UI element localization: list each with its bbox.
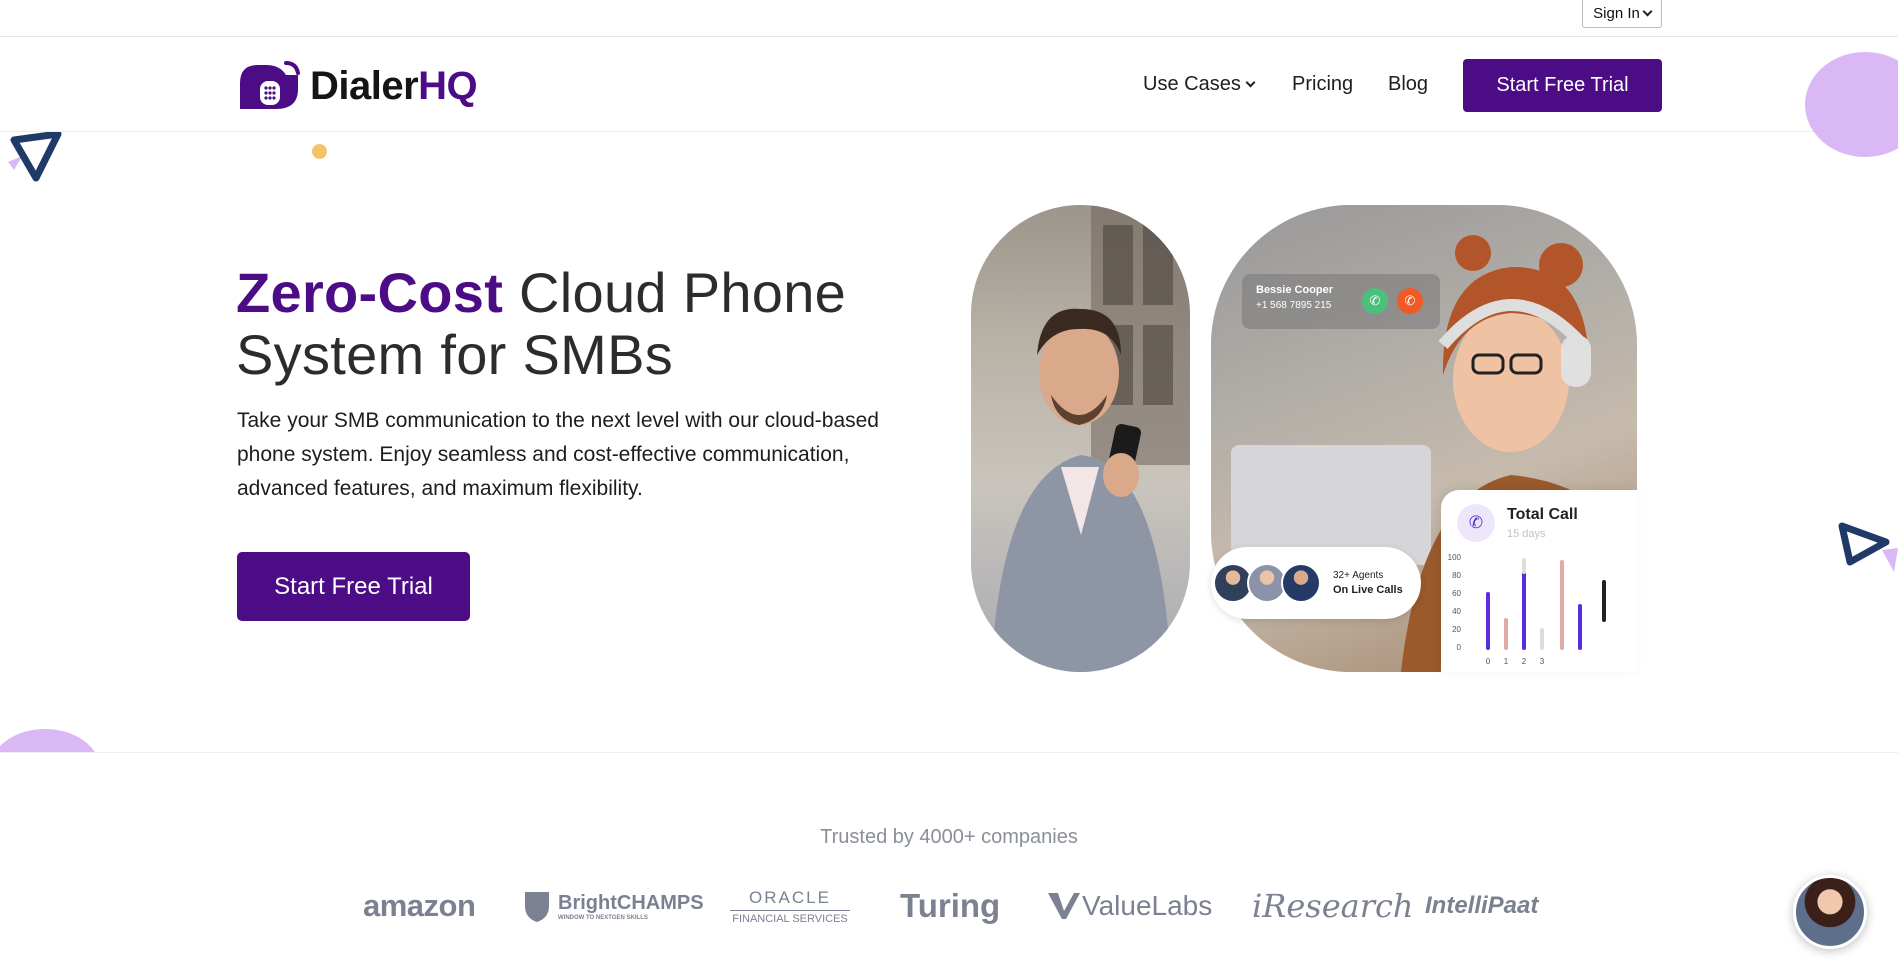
- triangle-decoration-icon: [1838, 522, 1898, 572]
- oracle-text: ORACLE: [749, 887, 831, 907]
- valuelabs-logo: ValueLabs: [1048, 881, 1212, 931]
- dialerhq-logo[interactable]: DialerHQ: [236, 59, 478, 113]
- phone-icon: ✆: [1457, 504, 1495, 542]
- total-call-title: Total Call: [1507, 506, 1578, 523]
- y-tick-label: 100: [1448, 553, 1462, 562]
- dot-decoration: [312, 144, 327, 159]
- page: Sign In DialerHQ Use Cases Pricing Blog …: [0, 0, 1898, 976]
- sign-in-dropdown[interactable]: Sign In: [1582, 0, 1662, 28]
- nav-blog: Blog: [1388, 37, 1428, 132]
- nav-item-blog[interactable]: Blog: [1388, 73, 1428, 96]
- phone-decline-icon: ✆: [1397, 288, 1423, 314]
- chat-support-avatar[interactable]: [1793, 875, 1867, 949]
- avatar: [1281, 563, 1321, 603]
- y-tick-label: 40: [1452, 607, 1461, 616]
- incoming-call-card: Bessie Cooper +1 568 7895 215 ✆ ✆: [1242, 274, 1440, 329]
- valuelabs-text: ValueLabs: [1082, 890, 1213, 921]
- nav-use-cases: Use Cases: [1143, 37, 1256, 132]
- header-start-free-trial-button[interactable]: Start Free Trial: [1463, 59, 1662, 112]
- nav-pricing: Pricing: [1292, 37, 1353, 132]
- amazon-logo: amazon: [363, 881, 476, 931]
- total-call-card: ✆ Total Call 15 days 100 80 60 40 20 0 0…: [1441, 490, 1637, 672]
- main-header: DialerHQ Use Cases Pricing Blog Start Fr…: [0, 37, 1898, 132]
- oracle-subtext: FINANCIAL SERVICES: [732, 912, 848, 925]
- phone-accept-icon: ✆: [1362, 288, 1388, 314]
- hero-title: Zero-Cost Cloud Phone System for SMBs: [236, 262, 916, 386]
- chevron-down-icon: [1642, 6, 1653, 17]
- trusted-section: Trusted by 4000+ companies amazon Bright…: [0, 752, 1898, 976]
- turing-text: Turing: [900, 887, 1001, 924]
- intellipaat-text: IntelliPaat: [1425, 892, 1539, 919]
- hero-section: Zero-Cost Cloud Phone System for SMBs Ta…: [0, 52, 1898, 809]
- triangle-decoration-icon: [8, 132, 62, 182]
- x-tick-label: 1: [1504, 657, 1509, 666]
- brightchamps-text: BrightCHAMPS: [558, 891, 704, 914]
- hero-start-free-trial-button[interactable]: Start Free Trial: [237, 552, 470, 621]
- oracle-logo: ORACLE FINANCIAL SERVICES: [729, 881, 851, 931]
- hero-title-accent: Zero-Cost: [236, 261, 504, 324]
- y-tick-label: 0: [1457, 643, 1462, 652]
- y-tick-label: 20: [1452, 625, 1461, 634]
- brightchamps-tagline: WINDOW TO NEXTGEN SKILLS: [558, 914, 648, 921]
- logo-wordmark: DialerHQ: [310, 63, 478, 109]
- y-tick-label: 60: [1452, 589, 1461, 598]
- x-tick-label: 0: [1486, 657, 1491, 666]
- utility-bar: Sign In: [0, 0, 1898, 37]
- iresearch-text: iResearch: [1252, 887, 1414, 925]
- chevron-down-icon: [1245, 77, 1256, 88]
- logo-mark-icon: [236, 59, 302, 113]
- intellipaat-logo: IntelliPaat: [1425, 881, 1538, 931]
- nav-item-pricing[interactable]: Pricing: [1292, 73, 1353, 96]
- agents-count: 32+ Agents: [1333, 570, 1384, 581]
- hero-image-man: [971, 205, 1190, 672]
- y-tick-label: 80: [1452, 571, 1461, 580]
- nav-use-cases-label: Use Cases: [1143, 73, 1241, 95]
- valuelabs-mark-icon: [1048, 893, 1080, 919]
- logo-text-accent: HQ: [418, 63, 478, 108]
- agents-status: On Live Calls: [1333, 584, 1403, 596]
- logo-text-main: Dialer: [310, 63, 419, 108]
- amazon-logo-text: amazon: [363, 888, 476, 923]
- client-logo-row: amazon BrightCHAMPS WINDOW TO NEXTGEN SK…: [0, 881, 1898, 931]
- x-tick-label: 3: [1540, 657, 1545, 666]
- nav-item-use-cases[interactable]: Use Cases: [1143, 73, 1256, 96]
- divider: [730, 909, 850, 911]
- shield-icon: [525, 892, 549, 922]
- total-call-mini-chart: 100 80 60 40 20 0 0 1 2 3: [1448, 553, 1606, 666]
- agents-text: 32+ Agents On Live Calls: [1333, 569, 1403, 597]
- turing-logo: Turing: [900, 881, 1000, 931]
- x-tick-label: 2: [1522, 657, 1527, 666]
- hero-description: Take your SMB communication to the next …: [237, 409, 879, 500]
- brightchamps-logo: BrightCHAMPS WINDOW TO NEXTGEN SKILLS: [522, 881, 704, 931]
- sign-in-label: Sign In: [1593, 5, 1640, 22]
- trusted-title: Trusted by 4000+ companies: [820, 826, 1078, 848]
- iresearch-logo: iResearch: [1252, 881, 1414, 931]
- total-call-subtitle: 15 days: [1507, 528, 1546, 540]
- agents-on-calls-pill: 32+ Agents On Live Calls: [1211, 547, 1421, 619]
